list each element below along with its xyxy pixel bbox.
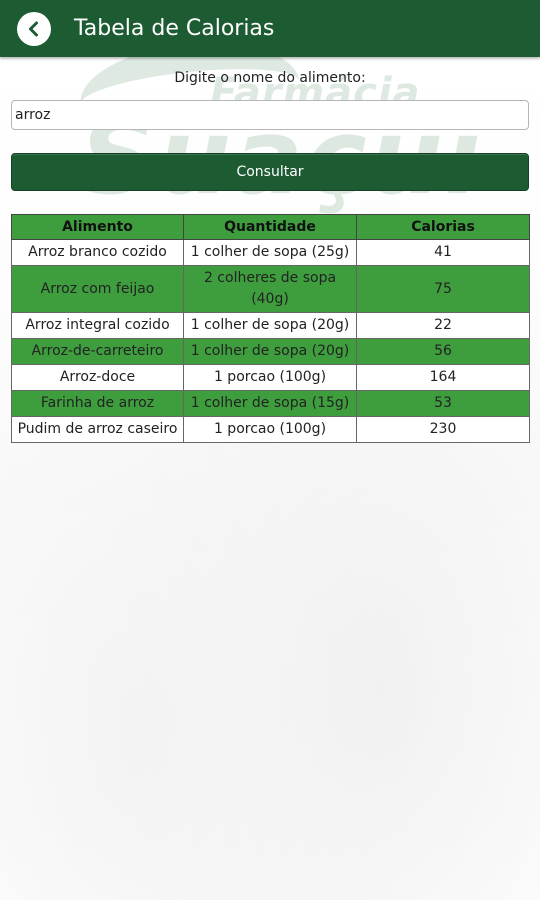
cell-quantidade: 2 colheres de sopa (40g) [183,265,357,313]
cell-calorias: 22 [356,312,530,339]
cell-quantidade: 1 porcao (100g) [183,364,357,391]
cell-alimento: Arroz com feijao [11,265,184,313]
cell-calorias: 230 [356,416,530,443]
cell-alimento: Arroz branco cozido [11,239,184,266]
cell-alimento: Arroz integral cozido [11,312,184,339]
table-row: Arroz com feijao 2 colheres de sopa (40g… [11,265,530,313]
cell-calorias: 56 [356,338,530,365]
table-row: Arroz-doce 1 porcao (100g) 164 [11,364,530,391]
cell-calorias: 75 [356,265,530,313]
search-prompt-label: Digite o nome do alimento: [174,70,366,86]
table-row: Arroz branco cozido 1 colher de sopa (25… [11,239,530,266]
cell-calorias: 41 [356,239,530,266]
consult-button[interactable]: Consultar [11,153,529,191]
cell-alimento: Pudim de arroz caseiro [11,416,184,443]
table-row: Arroz-de-carreteiro 1 colher de sopa (20… [11,338,530,365]
cell-calorias: 164 [356,364,530,391]
chevron-left-icon [29,21,38,36]
table-row: Pudim de arroz caseiro 1 porcao (100g) 2… [11,416,530,443]
table-header-row: Alimento Quantidade Calorias [11,214,530,240]
cell-quantidade: 1 porcao (100g) [183,416,357,443]
header-calorias: Calorias [356,214,530,240]
food-search-input[interactable] [11,100,529,130]
calorie-table: Alimento Quantidade Calorias Arroz branc… [11,214,530,443]
cell-alimento: Arroz-doce [11,364,184,391]
cell-calorias: 53 [356,390,530,417]
table-row: Arroz integral cozido 1 colher de sopa (… [11,312,530,339]
app-bar: Tabela de Calorias [0,0,540,57]
header-alimento: Alimento [11,214,184,240]
page-title: Tabela de Calorias [74,16,275,41]
cell-quantidade: 1 colher de sopa (20g) [183,338,357,365]
cell-quantidade: 1 colher de sopa (25g) [183,239,357,266]
table-row: Farinha de arroz 1 colher de sopa (15g) … [11,390,530,417]
cell-quantidade: 1 colher de sopa (15g) [183,390,357,417]
cell-quantidade: 1 colher de sopa (20g) [183,312,357,339]
back-button[interactable] [17,11,51,46]
header-quantidade: Quantidade [183,214,357,240]
cell-alimento: Farinha de arroz [11,390,184,417]
cell-alimento: Arroz-de-carreteiro [11,338,184,365]
